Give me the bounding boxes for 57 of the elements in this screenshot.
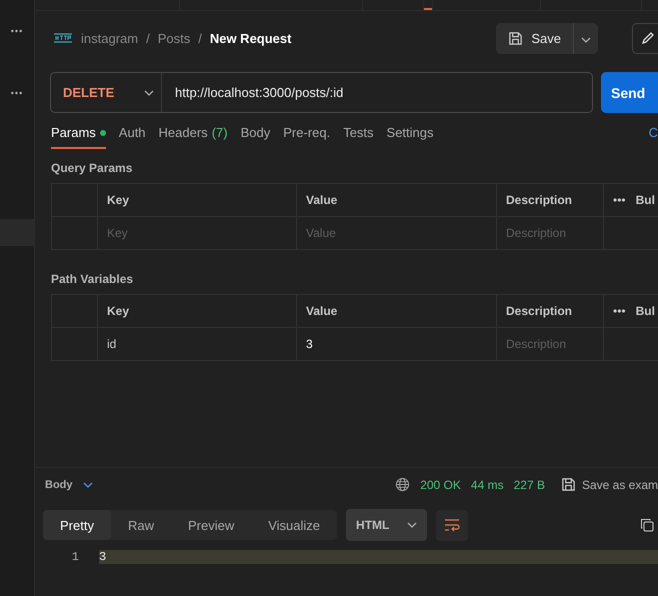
more-icon[interactable]: ••• bbox=[10, 88, 24, 98]
response-size: 227 B bbox=[514, 478, 545, 492]
wrap-lines-icon bbox=[444, 518, 460, 532]
bulk-edit-link[interactable]: Bul bbox=[636, 304, 655, 318]
globe-icon bbox=[395, 477, 410, 492]
column-header: Value bbox=[306, 193, 338, 207]
request-option-tab[interactable]: Headers (7) bbox=[158, 125, 228, 149]
view-tab[interactable]: Preview bbox=[170, 510, 252, 540]
url-field[interactable]: http://localhost:3000/posts/:id bbox=[162, 85, 344, 100]
column-header: Description bbox=[506, 193, 572, 207]
edit-button[interactable] bbox=[632, 22, 658, 54]
format-dropdown[interactable]: HTML bbox=[346, 509, 428, 541]
breadcrumb-link[interactable]: Posts bbox=[158, 30, 190, 46]
line-number: 1 bbox=[70, 550, 80, 564]
request-title: New Request bbox=[210, 30, 292, 46]
save-icon bbox=[508, 30, 524, 46]
bulk-edit-link[interactable]: Bul bbox=[636, 193, 655, 207]
request-option-tab[interactable]: Pre-req. bbox=[283, 125, 330, 149]
pencil-icon bbox=[640, 31, 654, 45]
view-tab[interactable]: Raw bbox=[110, 510, 171, 540]
save-example-button[interactable]: Save as exam bbox=[560, 477, 658, 492]
request-option-tab[interactable]: Tests bbox=[343, 125, 374, 149]
request-option-tab[interactable]: Auth bbox=[118, 125, 146, 149]
column-header: Description bbox=[506, 304, 572, 318]
method-dropdown[interactable]: DELETE bbox=[51, 73, 162, 112]
column-header: Value bbox=[306, 304, 338, 318]
send-button[interactable]: Send bbox=[601, 72, 658, 113]
view-tab[interactable]: Visualize bbox=[251, 510, 338, 540]
request-option-tab[interactable]: Params bbox=[51, 125, 106, 149]
column-header: Key bbox=[107, 304, 130, 318]
breadcrumb-separator: / bbox=[146, 30, 150, 46]
save-button[interactable]: Save bbox=[496, 22, 598, 54]
breadcrumb-separator: / bbox=[198, 30, 202, 46]
request-tab[interactable] bbox=[424, 0, 433, 10]
wrap-button[interactable] bbox=[436, 510, 468, 540]
section-title: Query Params bbox=[50, 160, 134, 177]
section-title: Path Variables bbox=[50, 271, 134, 288]
save-icon bbox=[560, 477, 576, 492]
view-tab[interactable]: Pretty bbox=[43, 510, 111, 540]
more-icon[interactable]: ••• bbox=[613, 193, 626, 207]
key-field[interactable]: id bbox=[107, 337, 116, 351]
chevron-down-icon bbox=[407, 522, 418, 528]
status-code: 200 OK bbox=[420, 478, 461, 492]
response-time: 44 ms bbox=[470, 478, 504, 492]
more-icon[interactable]: ••• bbox=[613, 304, 626, 318]
request-option-tab[interactable]: Settings bbox=[386, 125, 434, 149]
chevron-down-icon bbox=[144, 90, 154, 96]
copy-icon bbox=[640, 518, 654, 532]
column-header: Key bbox=[107, 193, 130, 207]
value-field[interactable]: 3 bbox=[306, 337, 313, 351]
chevron-down-icon bbox=[581, 36, 591, 42]
chevron-down-icon bbox=[82, 482, 92, 488]
cookies-link[interactable]: C bbox=[648, 125, 658, 149]
response-body-dropdown[interactable]: Body bbox=[45, 478, 92, 490]
more-icon[interactable]: ••• bbox=[10, 26, 24, 36]
request-option-tab[interactable]: Body bbox=[240, 125, 270, 149]
breadcrumb-link[interactable]: instagram bbox=[81, 30, 138, 46]
